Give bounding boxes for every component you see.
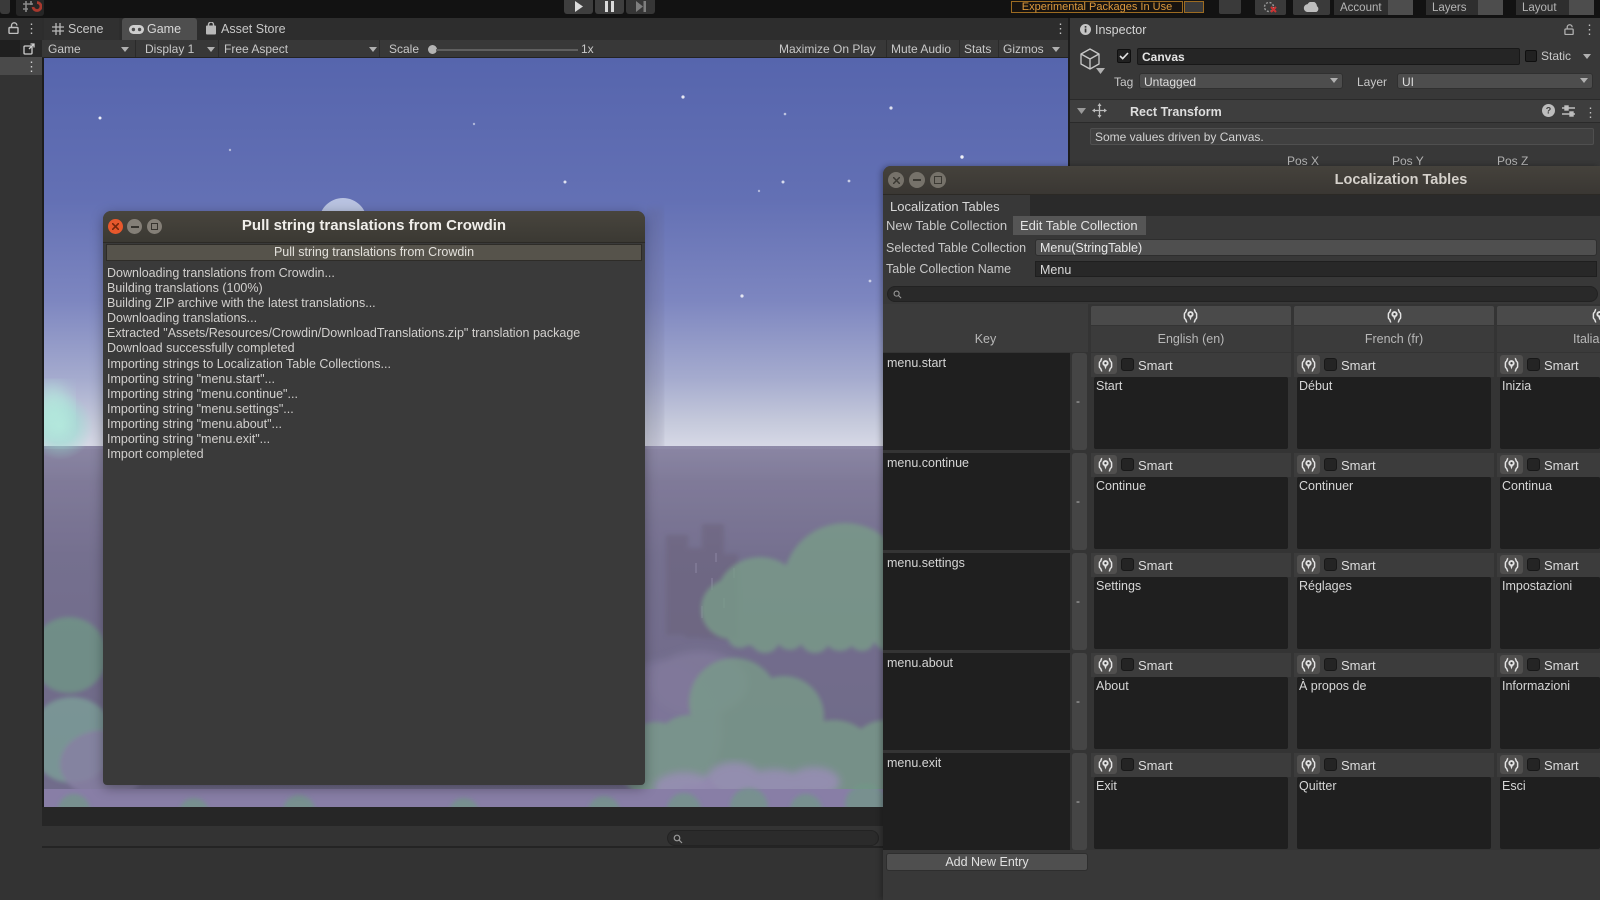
svg-text:?: ?: [1546, 106, 1552, 116]
